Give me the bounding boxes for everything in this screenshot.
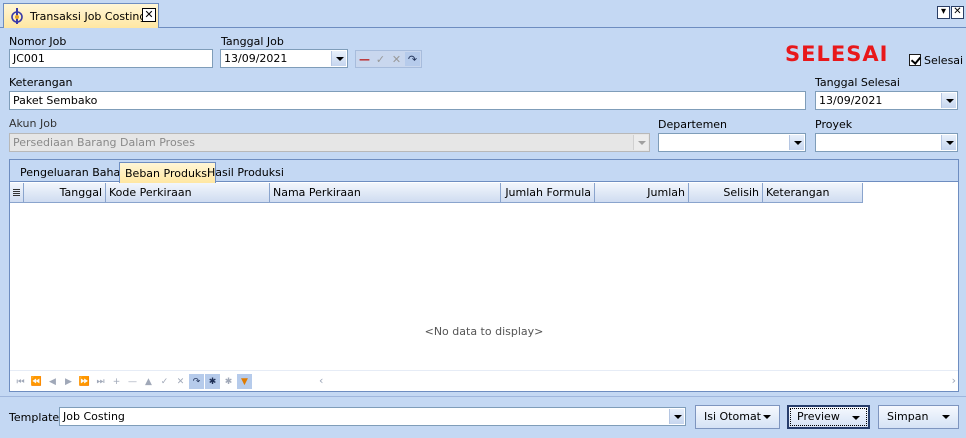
preview-dropdown-icon (852, 416, 860, 420)
simpan-dropdown-icon (942, 415, 950, 419)
tanggal-job-label: Tanggal Job (221, 35, 284, 48)
column-header-keterangan[interactable]: Keterangan (763, 183, 863, 203)
nav-cancel-icon[interactable]: ✕ (173, 374, 188, 389)
grid-horizontal-scrollbar[interactable]: ‹ › (313, 374, 956, 389)
proyek-label: Proyek (815, 118, 853, 131)
nomor-job-label: Nomor Job (9, 35, 67, 48)
proyek-select[interactable] (815, 133, 958, 152)
tab-pengeluaran-bahan[interactable]: Pengeluaran Bahan (15, 164, 132, 182)
departemen-select[interactable] (658, 133, 806, 152)
selesai-checkbox-label: Selesai (924, 54, 964, 67)
tanggal-selesai-dropdown-icon[interactable] (941, 93, 956, 108)
nav-last-icon[interactable]: ⏭ (93, 374, 108, 389)
nav-delete-icon[interactable]: — (125, 374, 140, 389)
window-menu-icon[interactable]: ▾ (937, 6, 950, 19)
window-close-icon[interactable]: ✕ (951, 6, 964, 19)
keterangan-input[interactable]: Paket Sembako (9, 91, 806, 110)
column-chooser-icon[interactable] (10, 183, 24, 203)
scroll-left-icon[interactable]: ‹ (319, 374, 323, 387)
tanggal-job-dropdown-icon[interactable] (331, 51, 346, 66)
detail-page-control: Pengeluaran Bahan Beban Produksi Hasil P… (9, 159, 959, 392)
nav-refresh-icon[interactable]: ↷ (189, 374, 204, 389)
scroll-right-icon[interactable]: › (952, 374, 956, 387)
nav-bookmark-icon[interactable]: ✱ (205, 374, 220, 389)
tab-hasil-produksi[interactable]: Hasil Produksi (202, 164, 289, 182)
preview-button[interactable]: Preview (787, 405, 870, 429)
delete-record-icon[interactable]: — (357, 52, 372, 66)
tanggal-selesai-label: Tanggal Selesai (815, 76, 900, 89)
column-header-nama-perkiraan[interactable]: Nama Perkiraan (270, 183, 501, 203)
document-tab-label: Transaksi Job Costing (30, 9, 147, 23)
departemen-dropdown-icon[interactable] (789, 135, 804, 150)
nav-insert-icon[interactable]: + (109, 374, 124, 389)
isi-otomat-label: Isi Otomat (704, 410, 761, 423)
nav-goto-bookmark-icon[interactable]: ✱ (221, 374, 236, 389)
grid-body[interactable]: <No data to display> (10, 204, 958, 370)
grid-empty-message: <No data to display> (424, 325, 544, 338)
column-header-kode-perkiraan[interactable]: Kode Perkiraan (106, 183, 270, 203)
akun-job-dropdown-icon (633, 135, 648, 150)
template-label: Template (9, 411, 60, 424)
nav-filter-icon[interactable]: ▼ (237, 374, 252, 389)
column-header-jumlah[interactable]: Jumlah (595, 183, 689, 203)
column-header-jumlah-formula[interactable]: Jumlah Formula (501, 183, 595, 203)
column-header-selisih[interactable]: Selisih (689, 183, 763, 203)
refresh-record-icon[interactable]: ↷ (405, 52, 420, 66)
preview-label: Preview (797, 410, 840, 423)
template-value: Job Costing (63, 410, 125, 423)
isi-otomat-dropdown-icon (763, 415, 771, 419)
nav-next-icon[interactable]: ▶ (61, 374, 76, 389)
document-tab[interactable]: Transaksi Job Costing ✕ (3, 3, 159, 28)
selesai-checkbox[interactable] (909, 54, 921, 66)
nomor-job-input[interactable]: JC001 (9, 49, 213, 68)
document-tabstrip: Transaksi Job Costing ✕ ▾ ✕ (0, 0, 966, 28)
departemen-label: Departemen (658, 118, 728, 131)
column-header-tanggal[interactable]: Tanggal (24, 183, 106, 203)
cancel-record-icon[interactable]: ✕ (389, 52, 404, 66)
grid-navigator: ⏮ ⏪ ◀ ▶ ⏩ ⏭ + — ▲ ✓ ✕ ↷ ✱ ✱ ▼ ‹ › (10, 370, 958, 391)
nav-prev-page-icon[interactable]: ⏪ (29, 374, 44, 389)
template-dropdown-icon[interactable] (669, 409, 684, 424)
tanggal-job-value: 13/09/2021 (224, 52, 288, 65)
detail-tabs: Pengeluaran Bahan Beban Produksi Hasil P… (10, 160, 958, 183)
nav-post-icon[interactable]: ✓ (157, 374, 172, 389)
keterangan-label: Keterangan (9, 76, 73, 89)
tanggal-selesai-value: 13/09/2021 (819, 94, 883, 107)
tanggal-job-picker[interactable]: 13/09/2021 (220, 49, 348, 68)
status-banner: SELESAI (785, 42, 889, 66)
tab-close-icon[interactable]: ✕ (142, 8, 156, 22)
nav-first-icon[interactable]: ⏮ (13, 374, 28, 389)
post-record-icon[interactable]: ✓ (373, 52, 388, 66)
akun-job-label: Akun Job (9, 117, 57, 130)
akun-job-value: Persediaan Barang Dalam Proses (13, 136, 195, 149)
grid-header: Tanggal Kode Perkiraan Nama Perkiraan Ju… (10, 183, 863, 203)
job-costing-icon (10, 8, 24, 24)
nav-prev-icon[interactable]: ◀ (45, 374, 60, 389)
nav-next-page-icon[interactable]: ⏩ (77, 374, 92, 389)
tanggal-selesai-picker[interactable]: 13/09/2021 (815, 91, 958, 110)
proyek-dropdown-icon[interactable] (941, 135, 956, 150)
simpan-button[interactable]: Simpan (878, 405, 959, 429)
template-select[interactable]: Job Costing (59, 407, 686, 426)
bottom-toolbar: Template Job Costing Isi Otomat Preview … (0, 396, 966, 438)
akun-job-select: Persediaan Barang Dalam Proses (9, 133, 650, 152)
isi-otomat-button[interactable]: Isi Otomat (695, 405, 780, 429)
simpan-label: Simpan (887, 410, 929, 423)
nav-edit-icon[interactable]: ▲ (141, 374, 156, 389)
record-mini-navigator: — ✓ ✕ ↷ (355, 50, 422, 68)
